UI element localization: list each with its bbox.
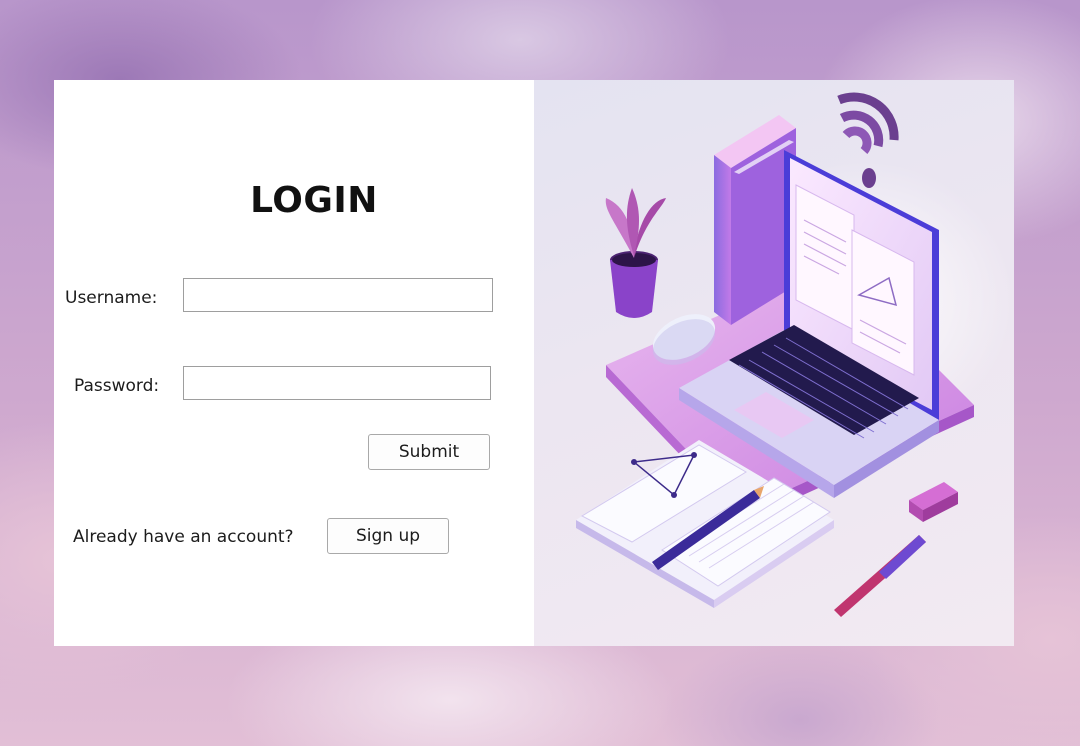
illustration-panel — [534, 80, 1014, 646]
account-prompt-text: Already have an account? — [73, 527, 294, 547]
login-window: LOGIN Username: Password: Submit Already… — [54, 80, 1014, 646]
username-label: Username: — [65, 288, 158, 308]
password-input[interactable] — [183, 366, 491, 400]
submit-button[interactable]: Submit — [368, 434, 490, 470]
workspace-laptop-illustration-icon — [576, 92, 1014, 617]
password-label: Password: — [74, 376, 160, 396]
login-form-panel: LOGIN Username: Password: Submit Already… — [54, 80, 534, 646]
page-title: LOGIN — [250, 180, 378, 221]
username-input[interactable] — [183, 278, 493, 312]
sign-up-button[interactable]: Sign up — [327, 518, 449, 554]
